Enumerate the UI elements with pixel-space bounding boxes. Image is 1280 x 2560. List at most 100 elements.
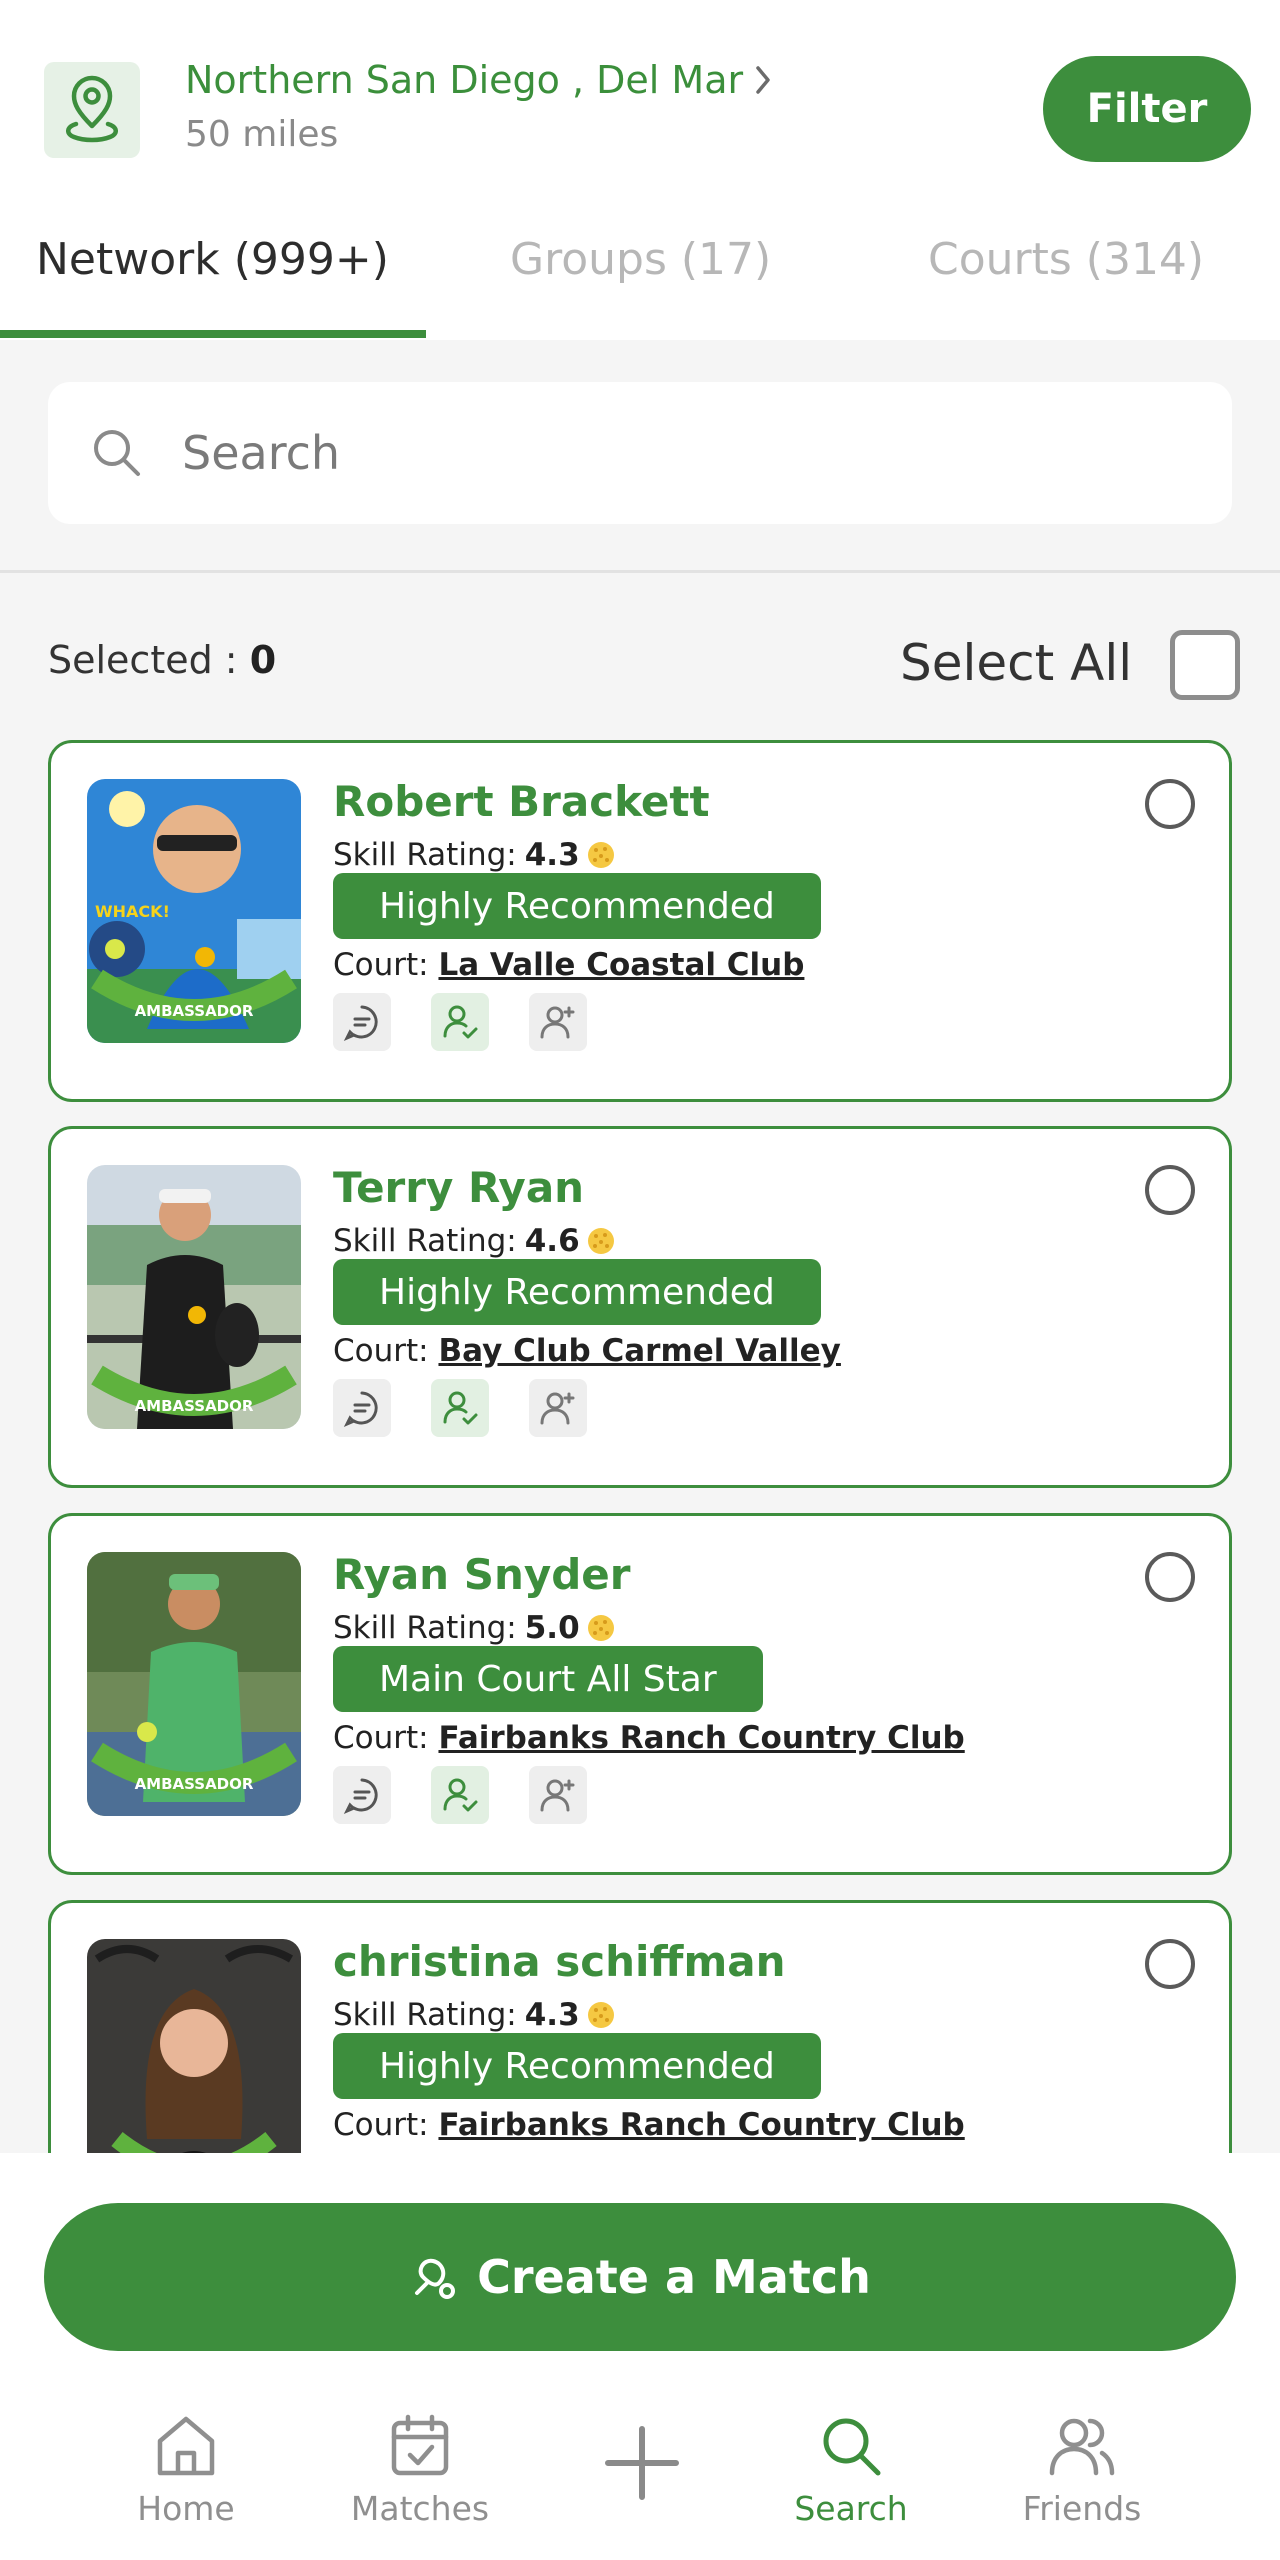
skill-rating: Skill Rating: 5.0 bbox=[333, 1610, 616, 1646]
chat-icon bbox=[343, 1778, 378, 1814]
select-radio[interactable] bbox=[1145, 1552, 1195, 1602]
court-link[interactable]: Bay Club Carmel Valley bbox=[438, 1333, 840, 1369]
nav-friends[interactable]: Friends bbox=[982, 2413, 1182, 2543]
search-radius: 50 miles bbox=[185, 114, 339, 155]
invite-button[interactable] bbox=[529, 1379, 587, 1437]
selected-label: Selected : bbox=[48, 638, 238, 682]
chat-icon bbox=[343, 1391, 378, 1427]
select-radio[interactable] bbox=[1145, 1939, 1195, 1989]
nav-home[interactable]: Home bbox=[86, 2413, 286, 2543]
avatar: AMBASSADOR bbox=[87, 1552, 301, 1816]
selected-count: Selected : 0 bbox=[48, 638, 276, 682]
nav-friends-label: Friends bbox=[1022, 2489, 1142, 2528]
select-all-checkbox[interactable] bbox=[1170, 630, 1240, 700]
player-card[interactable]: AMBASSADOR WHACK! Robert Brackett Skill … bbox=[48, 740, 1232, 1102]
filter-button[interactable]: Filter bbox=[1043, 56, 1251, 162]
message-button[interactable] bbox=[333, 993, 391, 1051]
friend-status-button[interactable] bbox=[431, 993, 489, 1051]
recommendation-badge: Main Court All Star bbox=[333, 1646, 763, 1712]
user-check-icon bbox=[443, 1005, 478, 1039]
search-input[interactable] bbox=[182, 426, 1082, 480]
player-name[interactable]: christina schiffman bbox=[333, 1937, 785, 1986]
friend-status-button[interactable] bbox=[431, 1379, 489, 1437]
court-label: Court: bbox=[333, 2107, 429, 2143]
court-link[interactable]: Fairbanks Ranch Country Club bbox=[438, 1720, 964, 1756]
skill-rating: Skill Rating: 4.3 bbox=[333, 837, 616, 873]
court-label: Court: bbox=[333, 1333, 429, 1369]
skill-label: Skill Rating: bbox=[333, 1610, 517, 1646]
card-actions bbox=[333, 1766, 587, 1824]
player-name[interactable]: Terry Ryan bbox=[333, 1163, 584, 1212]
create-match-button[interactable]: Create a Match bbox=[44, 2203, 1236, 2351]
player-card[interactable]: christina schiffman Skill Rating: 4.3 Hi… bbox=[48, 1900, 1232, 2153]
location-title: Northern San Diego , Del Mar bbox=[185, 58, 744, 102]
user-add-icon bbox=[540, 1779, 575, 1812]
location-selector[interactable]: Northern San Diego , Del Mar bbox=[185, 58, 773, 102]
ambassador-banner: AMBASSADOR bbox=[135, 1002, 254, 1020]
court-info: Court: Bay Club Carmel Valley bbox=[333, 1333, 841, 1369]
avatar: AMBASSADOR WHACK! bbox=[87, 779, 301, 1043]
select-radio[interactable] bbox=[1145, 779, 1195, 829]
court-info: Court: Fairbanks Ranch Country Club bbox=[333, 1720, 965, 1756]
recommendation-badge: Highly Recommended bbox=[333, 1259, 821, 1325]
create-match-label: Create a Match bbox=[477, 2250, 871, 2304]
pickleball-icon bbox=[586, 1613, 616, 1643]
bottom-nav: Home Matches Search Friends bbox=[0, 2383, 1280, 2560]
tab-groups[interactable]: Groups (17) bbox=[510, 220, 771, 340]
skill-rating: Skill Rating: 4.3 bbox=[333, 1997, 616, 2033]
court-info: Court: La Valle Coastal Club bbox=[333, 947, 804, 983]
message-button[interactable] bbox=[333, 1766, 391, 1824]
search-icon bbox=[90, 426, 144, 480]
avatar: AMBASSADOR bbox=[87, 1165, 301, 1429]
user-add-icon bbox=[540, 1006, 575, 1039]
nav-search[interactable]: Search bbox=[751, 2413, 951, 2543]
skill-value: 4.6 bbox=[524, 1223, 580, 1259]
chat-icon bbox=[343, 1005, 378, 1041]
court-link[interactable]: Fairbanks Ranch Country Club bbox=[438, 2107, 964, 2143]
nav-home-label: Home bbox=[137, 2489, 235, 2528]
player-name[interactable]: Ryan Snyder bbox=[333, 1550, 631, 1599]
player-card[interactable]: AMBASSADOR Terry Ryan Skill Rating: 4.6 … bbox=[48, 1126, 1232, 1488]
skill-rating: Skill Rating: 4.6 bbox=[333, 1223, 616, 1259]
pickleball-icon bbox=[586, 2000, 616, 2030]
ambassador-banner: AMBASSADOR bbox=[135, 1397, 254, 1415]
select-all-label[interactable]: Select All bbox=[900, 634, 1132, 692]
skill-label: Skill Rating: bbox=[333, 1997, 517, 2033]
invite-button[interactable] bbox=[529, 1766, 587, 1824]
skill-value: 5.0 bbox=[524, 1610, 580, 1646]
invite-button[interactable] bbox=[529, 993, 587, 1051]
user-check-icon bbox=[443, 1778, 478, 1812]
friend-status-button[interactable] bbox=[431, 1766, 489, 1824]
select-radio[interactable] bbox=[1145, 1165, 1195, 1215]
nav-add[interactable] bbox=[542, 2423, 742, 2553]
ambassador-banner: AMBASSADOR bbox=[135, 1775, 254, 1793]
card-actions bbox=[333, 993, 587, 1051]
skill-label: Skill Rating: bbox=[333, 837, 517, 873]
avatar bbox=[87, 1939, 301, 2153]
user-add-icon bbox=[540, 1392, 575, 1425]
recommendation-badge: Highly Recommended bbox=[333, 2033, 821, 2099]
court-label: Court: bbox=[333, 1720, 429, 1756]
whack-text: WHACK! bbox=[95, 902, 170, 921]
message-button[interactable] bbox=[333, 1379, 391, 1437]
court-label: Court: bbox=[333, 947, 429, 983]
nav-matches[interactable]: Matches bbox=[320, 2413, 520, 2543]
app-root: Northern San Diego , Del Mar 50 miles Fi… bbox=[0, 0, 1280, 2560]
nav-matches-label: Matches bbox=[350, 2489, 490, 2528]
paddle-icon bbox=[409, 2253, 457, 2301]
skill-value: 4.3 bbox=[524, 1997, 580, 2033]
tab-courts[interactable]: Courts (314) bbox=[928, 220, 1204, 340]
chevron-right-icon bbox=[753, 64, 773, 96]
user-check-icon bbox=[443, 1391, 478, 1425]
skill-label: Skill Rating: bbox=[333, 1223, 517, 1259]
header: Northern San Diego , Del Mar 50 miles Fi… bbox=[0, 0, 1280, 340]
tab-network[interactable]: Network (999+) bbox=[36, 220, 389, 340]
player-card[interactable]: AMBASSADOR Ryan Snyder Skill Rating: 5.0… bbox=[48, 1513, 1232, 1875]
court-link[interactable]: La Valle Coastal Club bbox=[438, 947, 804, 983]
tab-bar: Network (999+) Groups (17) Courts (314) bbox=[0, 220, 1280, 340]
location-pin-icon[interactable] bbox=[44, 62, 140, 158]
player-name[interactable]: Robert Brackett bbox=[333, 777, 710, 826]
court-info: Court: Fairbanks Ranch Country Club bbox=[333, 2107, 965, 2143]
player-list: AMBASSADOR WHACK! Robert Brackett Skill … bbox=[0, 738, 1280, 2153]
calendar-check-icon bbox=[391, 2414, 449, 2476]
